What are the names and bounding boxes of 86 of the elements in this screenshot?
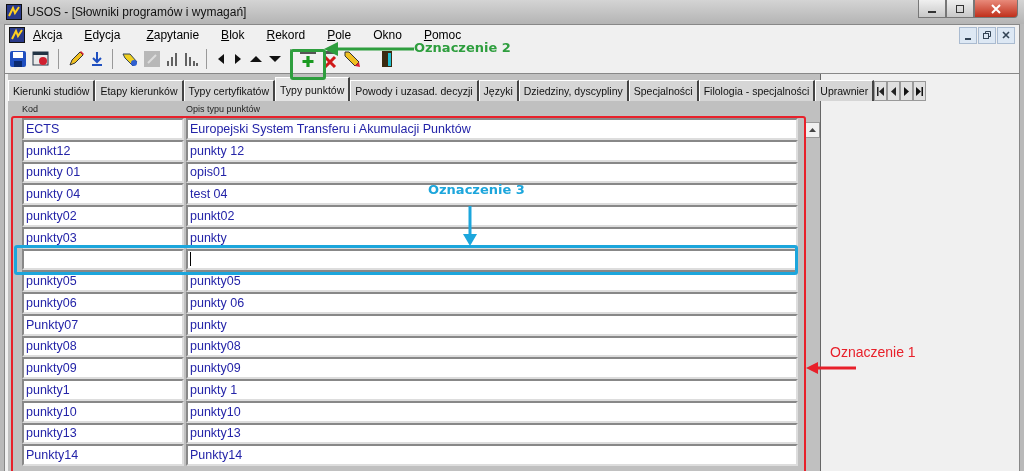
code-field[interactable]: punkty08 [22,335,184,358]
description-field[interactable]: Punkty14 [186,444,799,466]
menu-item[interactable]: Edycja [76,28,139,42]
text-cursor [190,252,191,267]
code-field[interactable]: punkty13 [22,422,184,445]
description-field[interactable]: punkty10 [186,400,799,423]
preview-icon[interactable] [32,50,50,68]
pencil-icon[interactable] [343,50,361,68]
code-field[interactable]: punkty02 [22,205,184,227]
close-icon [1001,30,1011,40]
annotation-label: Oznaczenie 3 [428,182,525,197]
window-title: USOS - [Słowniki programów i wymagań] [27,5,247,19]
annotation-arrow [806,362,856,374]
pencil-icon[interactable] [67,50,85,68]
menu-item[interactable]: Okno [365,28,416,42]
tab[interactable]: Języki [478,80,519,101]
save-icon[interactable] [9,50,27,68]
code-field[interactable]: punkty06 [22,292,184,314]
menu-item[interactable]: Pole [319,28,366,42]
menu-item[interactable]: Akcja [25,28,77,42]
up-triangle-icon [808,128,816,132]
restore-button[interactable] [978,26,996,44]
description-field[interactable]: punkty 06 [186,292,799,314]
restore-icon [982,30,992,40]
description-field[interactable]: punkty08 [186,335,799,358]
close-button[interactable] [997,26,1015,44]
last-tab-button[interactable] [913,81,927,101]
description-field[interactable]: opis01 [186,161,799,184]
exit-door-icon[interactable] [381,50,393,68]
minimize-button[interactable] [959,26,977,44]
app-icon [6,4,22,20]
maximize-button[interactable] [946,0,974,18]
bar-chart-icon[interactable] [184,51,198,67]
code-field[interactable]: punkty 04 [22,183,184,205]
description-field[interactable]: punkty09 [186,357,799,379]
download-arrow-icon[interactable] [90,50,104,68]
tab[interactable]: Etapy kierunków [95,80,184,101]
description-field[interactable]: punkt02 [186,205,799,227]
minimize-button[interactable] [918,0,946,18]
tab[interactable]: Dziedziny, dyscypliny [518,80,629,101]
code-field[interactable]: Punkty07 [22,313,184,336]
annotation-arrow [463,206,477,246]
tab[interactable]: Powody i uzasad. decyzji [350,80,479,101]
code-field[interactable]: punkty 01 [22,161,184,184]
description-field[interactable]: punkty 1 [186,379,799,401]
minimize-icon [928,10,936,13]
code-field[interactable]: ECTS [22,118,184,140]
tab[interactable]: Filologia - specjalności [698,80,816,101]
code-field[interactable]: Punkty14 [22,444,184,466]
add-record-icon[interactable] [299,50,317,68]
menu-item[interactable]: Zapytanie [138,28,214,42]
menu-item[interactable]: Blok [213,28,259,42]
description-field[interactable]: punkty13 [186,422,799,445]
code-field[interactable]: punkt12 [22,139,184,162]
code-field[interactable]: punkty1 [22,379,184,401]
bar-chart-icon[interactable] [165,51,179,67]
menu-item[interactable]: Rekord [258,28,320,42]
annotation-label: Oznaczenie 1 [830,344,916,360]
flashlight-icon[interactable] [121,50,139,68]
tab[interactable]: Uprawnier [815,80,875,101]
minimize-icon [965,37,971,40]
app-icon [9,27,25,43]
skip-start-icon [877,86,885,96]
right-triangle-icon [903,86,911,96]
skip-end-icon [916,86,924,96]
description-field[interactable]: punkty [186,313,799,336]
close-button[interactable] [974,0,1018,18]
left-triangle-icon [890,86,898,96]
previous-tab-button[interactable] [887,81,901,101]
maximize-icon [954,3,966,14]
tab[interactable]: Kierunki studiów [8,80,96,101]
tab[interactable]: Specjalności [628,80,699,101]
close-icon [990,3,1002,14]
code-field[interactable]: punkty09 [22,357,184,379]
next-tab-button[interactable] [900,81,914,101]
annotation-label: Oznaczenie 2 [414,40,511,55]
first-tab-button[interactable] [874,81,888,101]
column-header: Opis typu punktów [186,104,261,115]
code-field[interactable]: punkty10 [22,400,184,423]
tab[interactable]: Typy certyfikatów [183,80,276,101]
description-field[interactable]: Europejski System Transferu i Akumulacji Punktów [186,118,799,140]
code-field[interactable] [22,248,184,271]
description-field[interactable]: punkty 12 [186,139,799,162]
tab[interactable]: Typy punktów [275,77,351,101]
menu-item[interactable]: Pomoc [415,28,476,42]
column-header: Kod [22,104,39,115]
